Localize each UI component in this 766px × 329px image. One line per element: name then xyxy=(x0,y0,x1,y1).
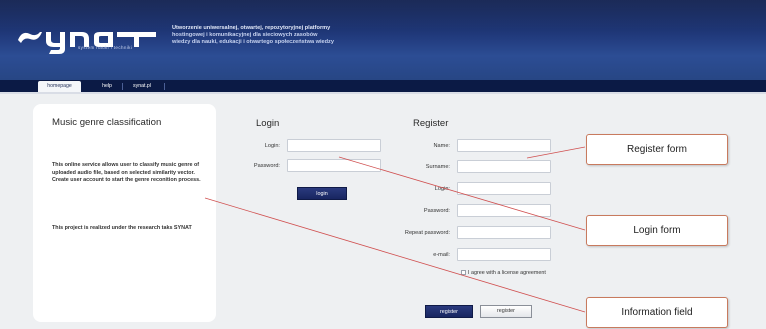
register-form-callout: Register form xyxy=(586,134,728,165)
logo-tagline: system nauki i techniki xyxy=(78,45,133,50)
register-password-label: Password: xyxy=(423,208,450,214)
info-description: This online service allows user to class… xyxy=(52,162,201,184)
synat-logo[interactable] xyxy=(16,16,168,56)
register-button[interactable]: register xyxy=(425,305,473,318)
email-label: e-mail: xyxy=(433,252,450,258)
register-password-input[interactable] xyxy=(457,204,551,217)
tab-homepage[interactable]: homepage xyxy=(38,81,81,92)
information-panel xyxy=(33,104,216,322)
license-agreement[interactable]: I agree with a license agreement xyxy=(461,270,546,276)
header-description-line: Utworzenie uniwersalnej, otwartej, repoz… xyxy=(172,25,331,31)
header-description-line: wiedzy dla nauki, edukacji i otwartego s… xyxy=(172,39,334,46)
tab-divider xyxy=(164,83,165,90)
header-description-line: hostingowej i komunikacyjnej dla sieciow… xyxy=(172,32,318,39)
password-label: Password: xyxy=(253,163,280,169)
login-input[interactable] xyxy=(287,139,381,152)
header-description: Utworzenie uniwersalnej, otwartej, repoz… xyxy=(172,25,432,47)
repeat-password-input[interactable] xyxy=(457,226,551,239)
register-secondary-button[interactable]: register xyxy=(480,305,532,318)
info-project-note: This project is realized under the resea… xyxy=(52,225,192,231)
name-input[interactable] xyxy=(457,139,551,152)
tab-help[interactable]: help xyxy=(96,81,118,92)
surname-label: Surname: xyxy=(425,164,450,170)
tab-synat[interactable]: synat.pl xyxy=(124,81,160,92)
login-label: Login: xyxy=(264,143,280,149)
email-input[interactable] xyxy=(457,248,551,261)
license-checkbox[interactable] xyxy=(461,270,466,275)
name-label: Name: xyxy=(433,143,450,149)
register-login-label: Login: xyxy=(434,186,450,192)
information-field-callout: Information field xyxy=(586,297,728,328)
surname-input[interactable] xyxy=(457,160,551,173)
tab-divider xyxy=(122,83,123,90)
login-title: Login xyxy=(256,118,280,129)
repeat-password-label: Repeat password: xyxy=(404,230,450,236)
info-title: Music genre classification xyxy=(52,117,162,128)
login-button[interactable]: login xyxy=(297,187,347,200)
license-label: I agree with a license agreement xyxy=(468,270,546,276)
login-password-input[interactable] xyxy=(287,159,381,172)
register-login-input[interactable] xyxy=(457,182,551,195)
register-title: Register xyxy=(413,118,449,129)
login-form-callout: Login form xyxy=(586,215,728,246)
